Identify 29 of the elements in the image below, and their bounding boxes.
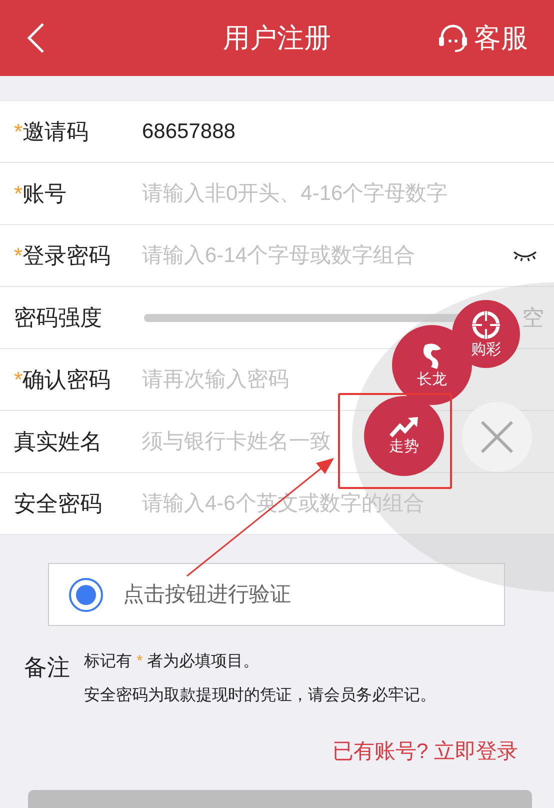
eye-closed-icon[interactable] <box>512 248 538 262</box>
field-label: 真实姓名 <box>14 428 102 456</box>
back-icon[interactable] <box>26 22 46 54</box>
input-field[interactable]: 68657888 <box>142 116 544 148</box>
verify-label: 点击按钮进行验证 <box>123 582 291 608</box>
headset-icon <box>438 24 468 52</box>
required-mark: * <box>14 180 23 208</box>
field-label: 安全密码 <box>14 490 102 518</box>
crosshair-icon <box>470 308 502 341</box>
field-label: 确认密码 <box>22 366 111 394</box>
required-mark: * <box>14 366 23 394</box>
page-title: 用户注册 <box>223 22 331 55</box>
input-field[interactable]: 请输入非0开头、4-16个字母数字 <box>142 178 544 210</box>
note-text: 标记有 * 者为必填项目。 <box>84 652 260 672</box>
required-mark: * <box>14 242 23 270</box>
required-mark: * <box>14 118 23 146</box>
field-label: 登录密码 <box>22 242 111 270</box>
trend-icon <box>389 416 419 438</box>
note-text: 安全密码为取款提现时的凭证，请会员务必牢记。 <box>84 686 436 706</box>
field-label: 账号 <box>22 180 67 208</box>
notes-title: 备注 <box>24 653 70 682</box>
radio-button[interactable] <box>69 578 103 612</box>
verify-box[interactable]: 点击按钮进行验证 <box>48 563 505 626</box>
field-label: 邀请码 <box>22 118 89 146</box>
close-icon <box>479 419 515 455</box>
input-field[interactable]: 请输入6-14个字母或数字组合 <box>142 240 512 272</box>
login-link[interactable]: 已有账号? 立即登录 <box>332 736 518 768</box>
customer-service-button[interactable]: 客服 <box>438 18 528 58</box>
field-label: 密码强度 <box>14 304 102 332</box>
